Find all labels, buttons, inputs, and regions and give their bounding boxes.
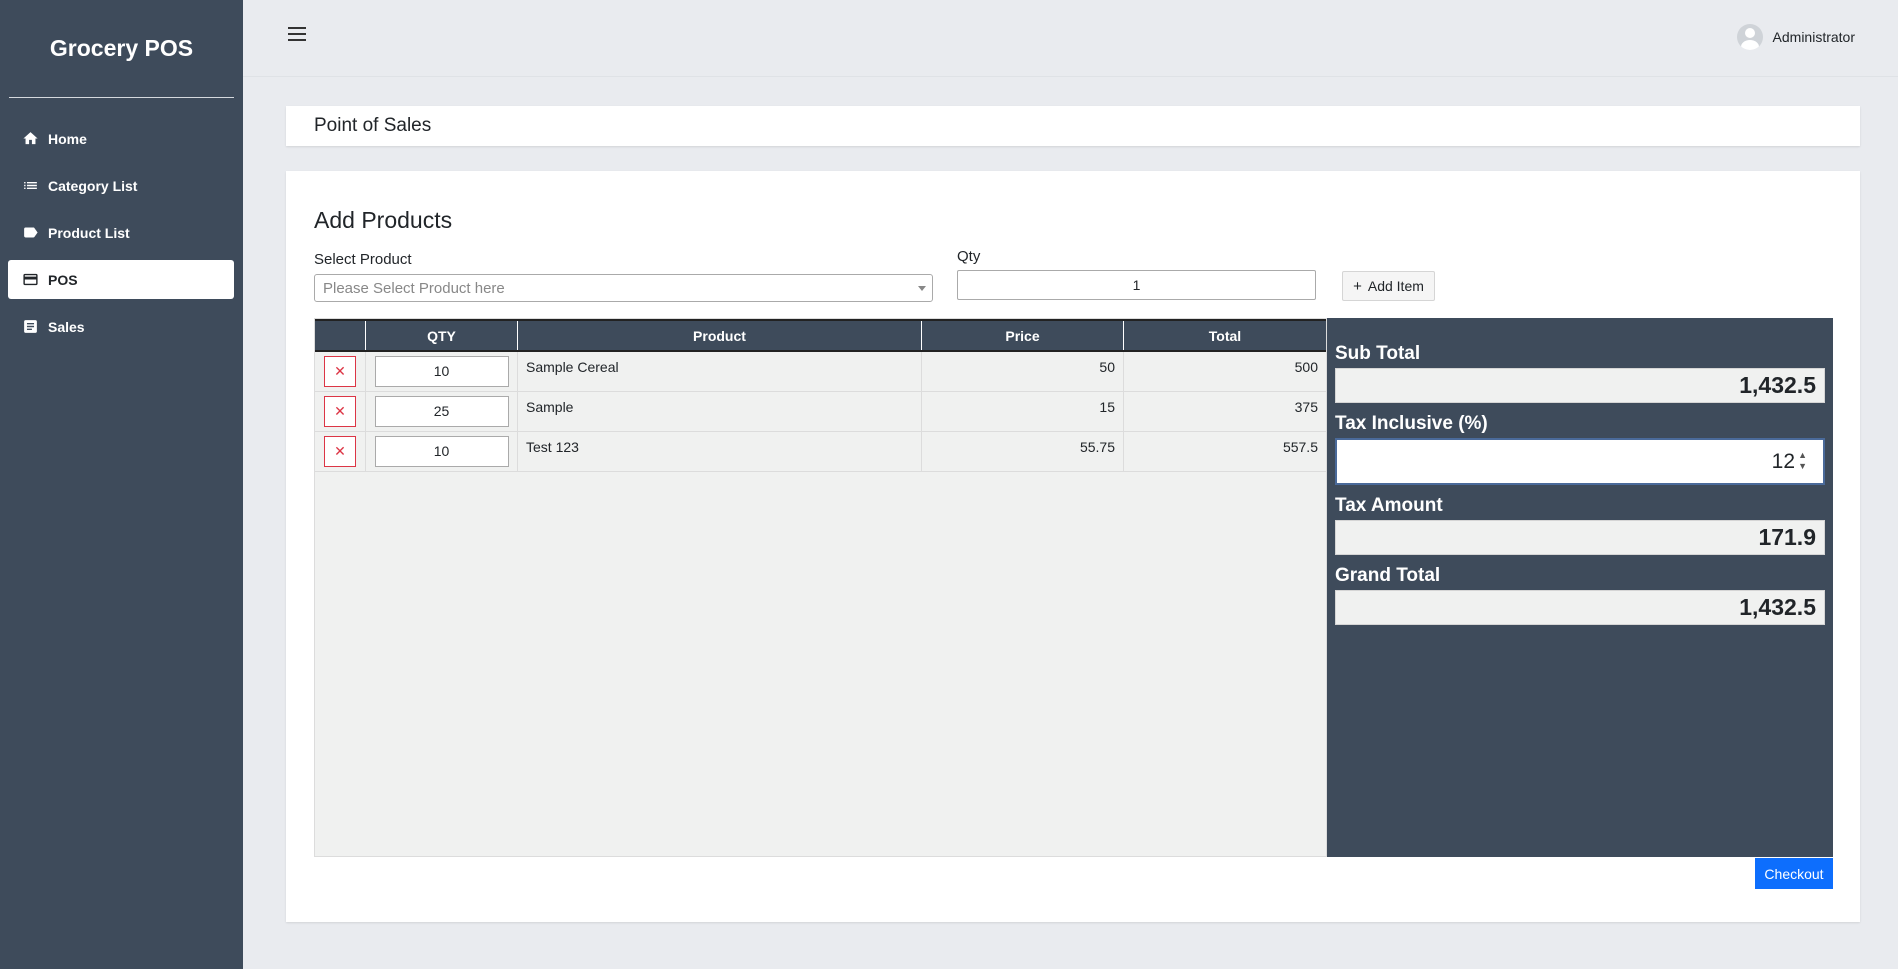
row-product: Test 123 [518, 432, 922, 471]
sub-total-label: Sub Total [1335, 343, 1825, 365]
tax-amount-value: 171.9 [1335, 520, 1825, 555]
product-select[interactable]: Please Select Product here [314, 274, 933, 302]
sidebar-item-category-list[interactable]: Category List [8, 166, 234, 205]
user-name: Administrator [1773, 29, 1855, 45]
close-icon: ✕ [334, 363, 346, 380]
section-title: Add Products [314, 207, 452, 234]
card-icon [21, 271, 39, 289]
column-header-price: Price [922, 321, 1124, 350]
remove-item-button[interactable]: ✕ [324, 436, 356, 467]
sidebar-item-product-list[interactable]: Product List [8, 213, 234, 252]
table-row: ✕ 10 Sample Cereal 50 500 [315, 352, 1326, 392]
tax-label: Tax Inclusive (%) [1335, 413, 1825, 435]
list-icon [21, 177, 39, 195]
row-price: 15 [922, 392, 1124, 431]
table-row: ✕ 25 Sample 15 375 [315, 392, 1326, 432]
row-qty-input[interactable]: 25 [375, 396, 509, 427]
product-select-placeholder: Please Select Product here [323, 280, 505, 297]
sidebar-item-home[interactable]: Home [8, 119, 234, 158]
receipt-icon [21, 318, 39, 336]
remove-item-button[interactable]: ✕ [324, 356, 356, 387]
tax-input[interactable]: 12 ▲▼ [1335, 438, 1825, 485]
items-table: QTY Product Price Total ✕ 10 Sample Cere… [314, 318, 1327, 857]
brand-title: Grocery POS [9, 0, 234, 98]
totals-panel: Sub Total 1,432.5 Tax Inclusive (%) 12 ▲… [1327, 318, 1833, 857]
topbar: Administrator [243, 0, 1898, 77]
add-item-label: Add Item [1368, 278, 1424, 294]
tax-input-value: 12 [1772, 450, 1795, 473]
row-product: Sample [518, 392, 922, 431]
add-item-button[interactable]: + Add Item [1342, 271, 1435, 301]
qty-input[interactable]: 1 [957, 270, 1316, 300]
sidebar-item-label: Product List [48, 225, 130, 241]
qty-label: Qty [957, 248, 980, 265]
sidebar-item-label: Category List [48, 178, 137, 194]
tag-icon [21, 224, 39, 242]
sidebar-item-label: Home [48, 131, 87, 147]
sidebar-item-label: POS [48, 272, 78, 288]
column-header-product: Product [518, 321, 922, 350]
home-icon [21, 130, 39, 148]
remove-item-button[interactable]: ✕ [324, 396, 356, 427]
spinner-icon[interactable]: ▲▼ [1798, 450, 1807, 472]
column-header-qty: QTY [366, 321, 518, 350]
user-menu[interactable]: Administrator [1737, 24, 1855, 50]
row-qty-input[interactable]: 10 [375, 356, 509, 387]
checkout-button[interactable]: Checkout [1755, 858, 1833, 889]
column-header-total: Total [1124, 321, 1326, 350]
page-title: Point of Sales [314, 115, 431, 137]
row-qty-input[interactable]: 10 [375, 436, 509, 467]
chevron-down-icon [918, 286, 926, 291]
table-header: QTY Product Price Total [315, 319, 1326, 352]
sub-total-value: 1,432.5 [1335, 368, 1825, 403]
page-title-card: Point of Sales [286, 106, 1860, 146]
sidebar: Grocery POS Home Category List Product L… [0, 0, 243, 969]
sidebar-item-sales[interactable]: Sales [8, 307, 234, 346]
sidebar-item-label: Sales [48, 319, 85, 335]
plus-icon: + [1353, 278, 1362, 295]
menu-toggle-icon[interactable] [288, 27, 308, 47]
row-total: 500 [1124, 352, 1326, 391]
avatar [1737, 24, 1763, 50]
tax-amount-label: Tax Amount [1335, 495, 1825, 517]
sidebar-nav: Home Category List Product List POS Sale… [0, 98, 243, 346]
row-price: 55.75 [922, 432, 1124, 471]
column-header-actions [315, 321, 366, 350]
row-price: 50 [922, 352, 1124, 391]
row-product: Sample Cereal [518, 352, 922, 391]
grand-total-label: Grand Total [1335, 565, 1825, 587]
row-total: 557.5 [1124, 432, 1326, 471]
pos-card: Add Products Select Product Please Selec… [286, 171, 1860, 922]
grand-total-value: 1,432.5 [1335, 590, 1825, 625]
close-icon: ✕ [334, 403, 346, 420]
sidebar-item-pos[interactable]: POS [8, 260, 234, 299]
close-icon: ✕ [334, 443, 346, 460]
select-product-label: Select Product [314, 251, 412, 268]
table-row: ✕ 10 Test 123 55.75 557.5 [315, 432, 1326, 472]
row-total: 375 [1124, 392, 1326, 431]
